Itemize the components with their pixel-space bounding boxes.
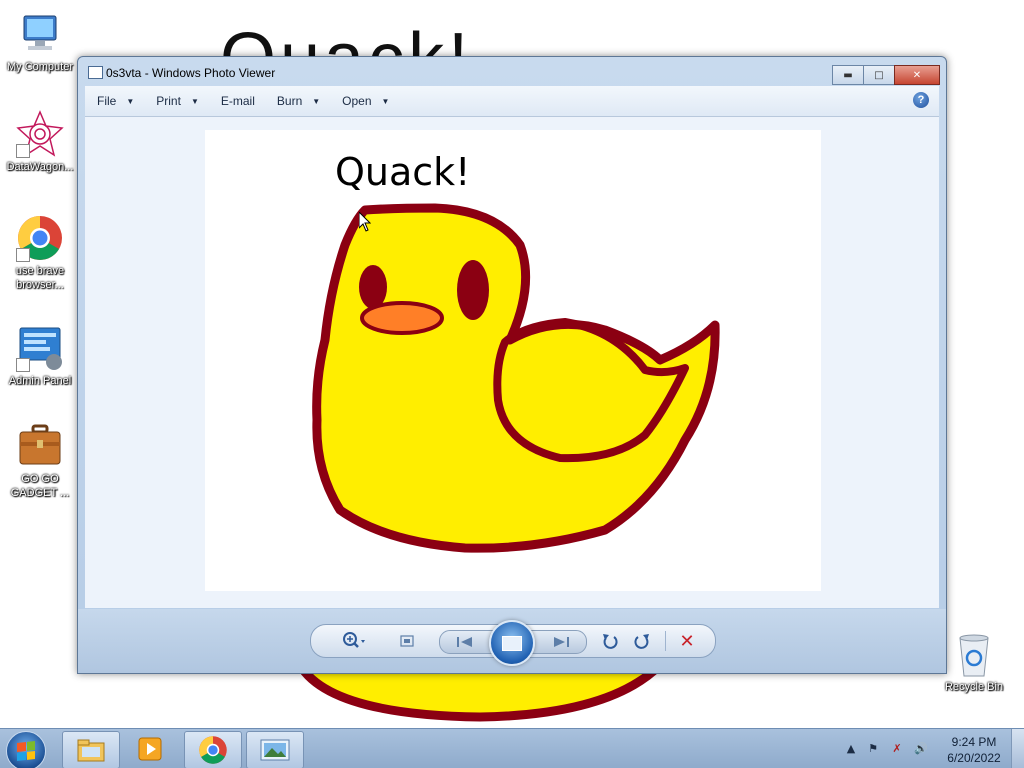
computer-icon bbox=[16, 10, 64, 58]
rotate-counterclockwise-icon bbox=[603, 634, 618, 649]
menu-label: Print bbox=[156, 94, 181, 108]
photo-viewer-app-icon bbox=[88, 66, 103, 79]
briefcase-icon bbox=[16, 422, 64, 470]
media-player-icon bbox=[138, 737, 162, 761]
delete-button[interactable]: ✕ bbox=[675, 629, 699, 653]
minimize-icon: ▬ bbox=[843, 69, 853, 81]
taskbar: ▲ ⚑ ✗ 🔊 9:24 PM 6/20/2022 bbox=[0, 728, 1024, 768]
photo-viewer-window: 0s3vta - Windows Photo Viewer ▬ □ ✕ File… bbox=[77, 56, 947, 674]
clock[interactable]: 9:24 PM 6/20/2022 bbox=[942, 734, 1006, 766]
duck-eye-left bbox=[359, 265, 387, 309]
taskbar-explorer[interactable] bbox=[62, 731, 120, 768]
maximize-icon: □ bbox=[874, 69, 884, 81]
displayed-photo: Quack! bbox=[205, 130, 821, 591]
title-bar[interactable]: 0s3vta - Windows Photo Viewer ▬ □ ✕ bbox=[78, 57, 946, 85]
rotate-counterclockwise-button[interactable] bbox=[599, 629, 621, 653]
chevron-down-icon: ▼ bbox=[381, 96, 390, 106]
taskbar-chrome[interactable] bbox=[184, 731, 242, 768]
next-button[interactable] bbox=[546, 631, 576, 653]
duck-drawing bbox=[312, 203, 720, 553]
mouse-cursor-icon bbox=[359, 212, 371, 232]
desktop-icon-label: use brave browser... bbox=[15, 265, 65, 291]
action-center-icon[interactable]: ⚑ bbox=[866, 741, 880, 755]
show-desktop-button[interactable] bbox=[1011, 729, 1024, 768]
desktop-icon-label: My Computer bbox=[6, 61, 74, 73]
maximize-button[interactable]: □ bbox=[863, 65, 895, 85]
menu-print[interactable]: Print ▼ bbox=[144, 86, 209, 116]
desktop-icon-label: DataWagon... bbox=[6, 161, 74, 173]
desktop-icon-datawagon[interactable]: DataWagon... bbox=[2, 110, 78, 174]
desktop-icon-my-computer[interactable]: My Computer bbox=[2, 10, 78, 74]
taskbar-photo-viewer[interactable] bbox=[246, 731, 304, 768]
previous-icon bbox=[457, 637, 472, 647]
zoom-button[interactable] bbox=[337, 629, 371, 653]
recycle-bin-icon bbox=[950, 630, 998, 678]
menu-label: Open bbox=[342, 94, 372, 108]
delete-icon: ✕ bbox=[679, 630, 695, 652]
menu-open[interactable]: Open ▼ bbox=[330, 86, 399, 116]
chevron-down-icon: ▼ bbox=[126, 96, 135, 106]
menu-email[interactable]: E-mail bbox=[209, 86, 265, 116]
network-disconnected-icon[interactable]: ✗ bbox=[890, 741, 904, 755]
desktop-icon-admin-panel[interactable]: Admin Panel bbox=[2, 324, 78, 388]
control-bar: ✕ bbox=[78, 609, 946, 673]
chrome-icon bbox=[16, 214, 64, 262]
photo-viewer-icon bbox=[260, 739, 290, 761]
actual-size-button[interactable] bbox=[395, 629, 419, 653]
next-icon bbox=[554, 637, 569, 647]
chevron-down-icon: ▼ bbox=[312, 96, 321, 106]
shortcut-arrow-icon bbox=[16, 144, 30, 158]
desktop-icon-go-go-gadget[interactable]: GO GO GADGET ... bbox=[2, 422, 78, 500]
close-button[interactable]: ✕ bbox=[894, 65, 940, 85]
previous-button[interactable] bbox=[450, 631, 480, 653]
shortcut-arrow-icon bbox=[16, 248, 30, 262]
desktop-icon-label: GO GO GADGET ... bbox=[10, 473, 70, 499]
show-hidden-icons-button[interactable]: ▲ bbox=[844, 741, 858, 755]
explorer-icon bbox=[77, 739, 105, 762]
rotate-clockwise-icon bbox=[634, 634, 649, 649]
taskbar-media-player[interactable] bbox=[122, 731, 178, 767]
caption-buttons: ▬ □ ✕ bbox=[832, 65, 940, 85]
control-pill: ✕ bbox=[310, 620, 716, 666]
actual-size-icon bbox=[400, 635, 414, 647]
admin-panel-icon bbox=[16, 324, 64, 372]
shortcut-arrow-icon bbox=[16, 358, 30, 372]
duck-body bbox=[312, 203, 720, 553]
slideshow-button[interactable] bbox=[489, 620, 535, 666]
minimize-button[interactable]: ▬ bbox=[832, 65, 864, 85]
chrome-icon bbox=[199, 736, 227, 764]
system-tray: ▲ ⚑ ✗ 🔊 9:24 PM 6/20/2022 bbox=[840, 729, 1024, 768]
volume-icon[interactable]: 🔊 bbox=[914, 741, 928, 755]
image-viewport[interactable]: Quack! bbox=[85, 117, 939, 608]
zoom-icon bbox=[343, 632, 365, 648]
menu-label: File bbox=[97, 94, 117, 108]
window-title: 0s3vta - Windows Photo Viewer bbox=[106, 66, 276, 80]
duck-eye-right bbox=[457, 260, 489, 320]
menu-bar: File ▼ Print ▼ E-mail Burn ▼ Open ▼ ? bbox=[85, 86, 939, 117]
windows-logo-icon bbox=[17, 741, 35, 761]
rotate-clockwise-button[interactable] bbox=[631, 629, 653, 653]
toolbar-divider bbox=[665, 631, 666, 651]
desktop-icon-label: Admin Panel bbox=[8, 375, 72, 387]
chevron-down-icon: ▼ bbox=[190, 96, 199, 106]
menu-file[interactable]: File ▼ bbox=[85, 86, 144, 116]
start-button[interactable] bbox=[6, 731, 46, 768]
photo-caption: Quack! bbox=[335, 150, 471, 194]
datawagon-icon bbox=[16, 110, 64, 158]
menu-label: Burn bbox=[276, 94, 303, 108]
clock-date: 6/20/2022 bbox=[947, 751, 1001, 765]
help-icon[interactable]: ? bbox=[913, 92, 929, 108]
clock-time: 9:24 PM bbox=[951, 735, 997, 749]
menu-label: E-mail bbox=[220, 94, 255, 108]
close-icon: ✕ bbox=[912, 69, 922, 81]
desktop-icon-label: Recycle Bin bbox=[944, 681, 1004, 693]
duck-beak bbox=[360, 301, 444, 335]
desktop-icon-brave-browser[interactable]: use brave browser... bbox=[2, 214, 78, 292]
menu-burn[interactable]: Burn ▼ bbox=[265, 86, 330, 116]
slideshow-icon bbox=[502, 635, 522, 651]
desktop-icon-recycle-bin[interactable]: Recycle Bin bbox=[936, 630, 1012, 694]
